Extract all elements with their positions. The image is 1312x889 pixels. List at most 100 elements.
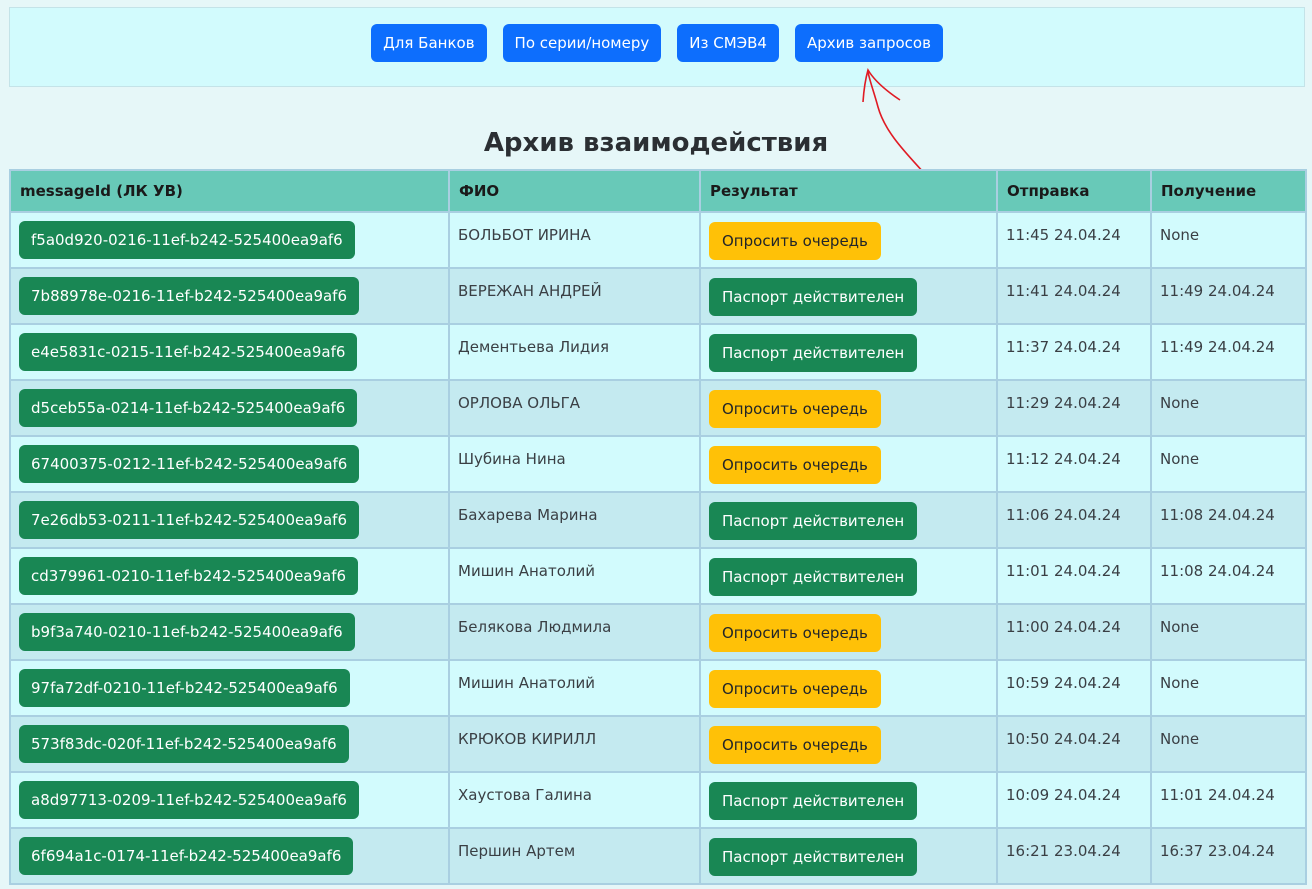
received-cell: 11:49 24.04.24 (1150, 323, 1307, 381)
nav-archive-button[interactable]: Архив запросов (794, 24, 943, 62)
received-time-text: 11:08 24.04.24 (1160, 506, 1275, 524)
table-row: b9f3a740-0210-11ef-b242-525400ea9af6 Беля… (9, 603, 1307, 661)
sent-time-text: 11:00 24.04.24 (1006, 618, 1121, 636)
sent-cell: 11:06 24.04.24 (996, 491, 1152, 549)
sent-time-text: 11:45 24.04.24 (1006, 226, 1121, 244)
received-cell: None (1150, 435, 1307, 493)
message-id-cell: d5ceb55a-0214-11ef-b242-525400ea9af6 (9, 379, 450, 437)
received-time-text: None (1160, 226, 1200, 244)
message-id-button[interactable]: 7b88978e-0216-11ef-b242-525400ea9af6 (19, 277, 360, 315)
message-id-button[interactable]: 6f694a1c-0174-11ef-b242-525400ea9af6 (19, 837, 354, 875)
sent-cell: 11:12 24.04.24 (996, 435, 1152, 493)
fio-text: ОРЛОВА ОЛЬГА (458, 394, 581, 412)
table-row: a8d97713-0209-11ef-b242-525400ea9af6 Хаус… (9, 771, 1307, 829)
received-cell: None (1150, 715, 1307, 773)
received-time-text: None (1160, 730, 1200, 748)
sent-time-text: 11:41 24.04.24 (1006, 282, 1121, 300)
received-cell: 11:08 24.04.24 (1150, 547, 1307, 605)
nav-banks-button[interactable]: Для Банков (371, 24, 487, 62)
message-id-button[interactable]: 67400375-0212-11ef-b242-525400ea9af6 (19, 445, 360, 483)
message-id-button[interactable]: d5ceb55a-0214-11ef-b242-525400ea9af6 (19, 389, 358, 427)
sent-cell: 11:29 24.04.24 (996, 379, 1152, 437)
result-status-button[interactable]: Опросить очередь (709, 670, 881, 708)
result-status-button[interactable]: Паспорт действителен (709, 782, 918, 820)
fio-text: Першин Артем (458, 842, 576, 860)
result-cell: Паспорт действителен (699, 771, 998, 829)
received-time-text: None (1160, 450, 1200, 468)
result-status-button[interactable]: Паспорт действителен (709, 334, 918, 372)
result-cell: Опросить очередь (699, 659, 998, 717)
received-cell: None (1150, 379, 1307, 437)
message-id-cell: f5a0d920-0216-11ef-b242-525400ea9af6 (9, 211, 450, 269)
fio-cell: Першин Артем (448, 827, 701, 885)
received-cell: 11:49 24.04.24 (1150, 267, 1307, 325)
result-cell: Паспорт действителен (699, 267, 998, 325)
sent-time-text: 11:06 24.04.24 (1006, 506, 1121, 524)
result-status-button[interactable]: Паспорт действителен (709, 278, 918, 316)
fio-cell: Мишин Анатолий (448, 547, 701, 605)
message-id-button[interactable]: e4e5831c-0215-11ef-b242-525400ea9af6 (19, 333, 358, 371)
sent-cell: 11:37 24.04.24 (996, 323, 1152, 381)
result-cell: Паспорт действителен (699, 491, 998, 549)
column-header-received: Получение (1150, 169, 1307, 213)
fio-text: Белякова Людмила (458, 618, 612, 636)
nav-smev4-button[interactable]: Из СМЭВ4 (677, 24, 779, 62)
fio-text: Мишин Анатолий (458, 674, 595, 692)
message-id-button[interactable]: b9f3a740-0210-11ef-b242-525400ea9af6 (19, 613, 355, 651)
message-id-cell: 67400375-0212-11ef-b242-525400ea9af6 (9, 435, 450, 493)
received-time-text: 11:49 24.04.24 (1160, 338, 1275, 356)
received-cell: 16:37 23.04.24 (1150, 827, 1307, 885)
received-time-text: 11:49 24.04.24 (1160, 282, 1275, 300)
received-cell: 11:01 24.04.24 (1150, 771, 1307, 829)
table-row: d5ceb55a-0214-11ef-b242-525400ea9af6 ОРЛО… (9, 379, 1307, 437)
result-status-button[interactable]: Опросить очередь (709, 446, 881, 484)
result-status-button[interactable]: Паспорт действителен (709, 838, 918, 876)
message-id-cell: e4e5831c-0215-11ef-b242-525400ea9af6 (9, 323, 450, 381)
table-row: 7b88978e-0216-11ef-b242-525400ea9af6 ВЕРЕ… (9, 267, 1307, 325)
sent-cell: 11:00 24.04.24 (996, 603, 1152, 661)
message-id-button[interactable]: cd379961-0210-11ef-b242-525400ea9af6 (19, 557, 359, 595)
fio-cell: Хаустова Галина (448, 771, 701, 829)
result-status-button[interactable]: Опросить очередь (709, 726, 881, 764)
table-row: f5a0d920-0216-11ef-b242-525400ea9af6 БОЛЬ… (9, 211, 1307, 269)
sent-cell: 11:45 24.04.24 (996, 211, 1152, 269)
message-id-button[interactable]: a8d97713-0209-11ef-b242-525400ea9af6 (19, 781, 359, 819)
sent-time-text: 16:21 23.04.24 (1006, 842, 1121, 860)
table-row: e4e5831c-0215-11ef-b242-525400ea9af6 Деме… (9, 323, 1307, 381)
fio-cell: Белякова Людмила (448, 603, 701, 661)
nav-series-number-button[interactable]: По серии/номеру (502, 24, 662, 62)
result-cell: Паспорт действителен (699, 547, 998, 605)
column-header-sent: Отправка (996, 169, 1152, 213)
received-cell: None (1150, 659, 1307, 717)
result-status-button[interactable]: Паспорт действителен (709, 558, 918, 596)
sent-time-text: 10:59 24.04.24 (1006, 674, 1121, 692)
fio-cell: Бахарева Марина (448, 491, 701, 549)
fio-cell: БОЛЬБОТ ИРИНА (448, 211, 701, 269)
sent-cell: 10:50 24.04.24 (996, 715, 1152, 773)
result-cell: Опросить очередь (699, 603, 998, 661)
result-status-button[interactable]: Опросить очередь (709, 222, 881, 260)
result-cell: Паспорт действителен (699, 827, 998, 885)
message-id-button[interactable]: f5a0d920-0216-11ef-b242-525400ea9af6 (19, 221, 355, 259)
fio-cell: ВЕРЕЖАН АНДРЕЙ (448, 267, 701, 325)
table-row: 6f694a1c-0174-11ef-b242-525400ea9af6 Перш… (9, 827, 1307, 885)
result-status-button[interactable]: Паспорт действителен (709, 502, 918, 540)
message-id-button[interactable]: 7e26db53-0211-11ef-b242-525400ea9af6 (19, 501, 359, 539)
column-header-result: Результат (699, 169, 998, 213)
fio-cell: КРЮКОВ КИРИЛЛ (448, 715, 701, 773)
fio-text: Шубина Нина (458, 450, 566, 468)
result-status-button[interactable]: Опросить очередь (709, 390, 881, 428)
fio-text: КРЮКОВ КИРИЛЛ (458, 730, 597, 748)
fio-text: БОЛЬБОТ ИРИНА (458, 226, 591, 244)
fio-text: Бахарева Марина (458, 506, 598, 524)
result-status-button[interactable]: Опросить очередь (709, 614, 881, 652)
sent-time-text: 11:37 24.04.24 (1006, 338, 1121, 356)
sent-cell: 11:01 24.04.24 (996, 547, 1152, 605)
column-header-message-id: messageId (ЛК УВ) (9, 169, 450, 213)
sent-time-text: 11:29 24.04.24 (1006, 394, 1121, 412)
sent-time-text: 10:50 24.04.24 (1006, 730, 1121, 748)
table-header-row: messageId (ЛК УВ) ФИО Результат Отправка… (9, 169, 1307, 213)
message-id-button[interactable]: 97fa72df-0210-11ef-b242-525400ea9af6 (19, 669, 350, 707)
message-id-button[interactable]: 573f83dc-020f-11ef-b242-525400ea9af6 (19, 725, 349, 763)
result-cell: Опросить очередь (699, 379, 998, 437)
